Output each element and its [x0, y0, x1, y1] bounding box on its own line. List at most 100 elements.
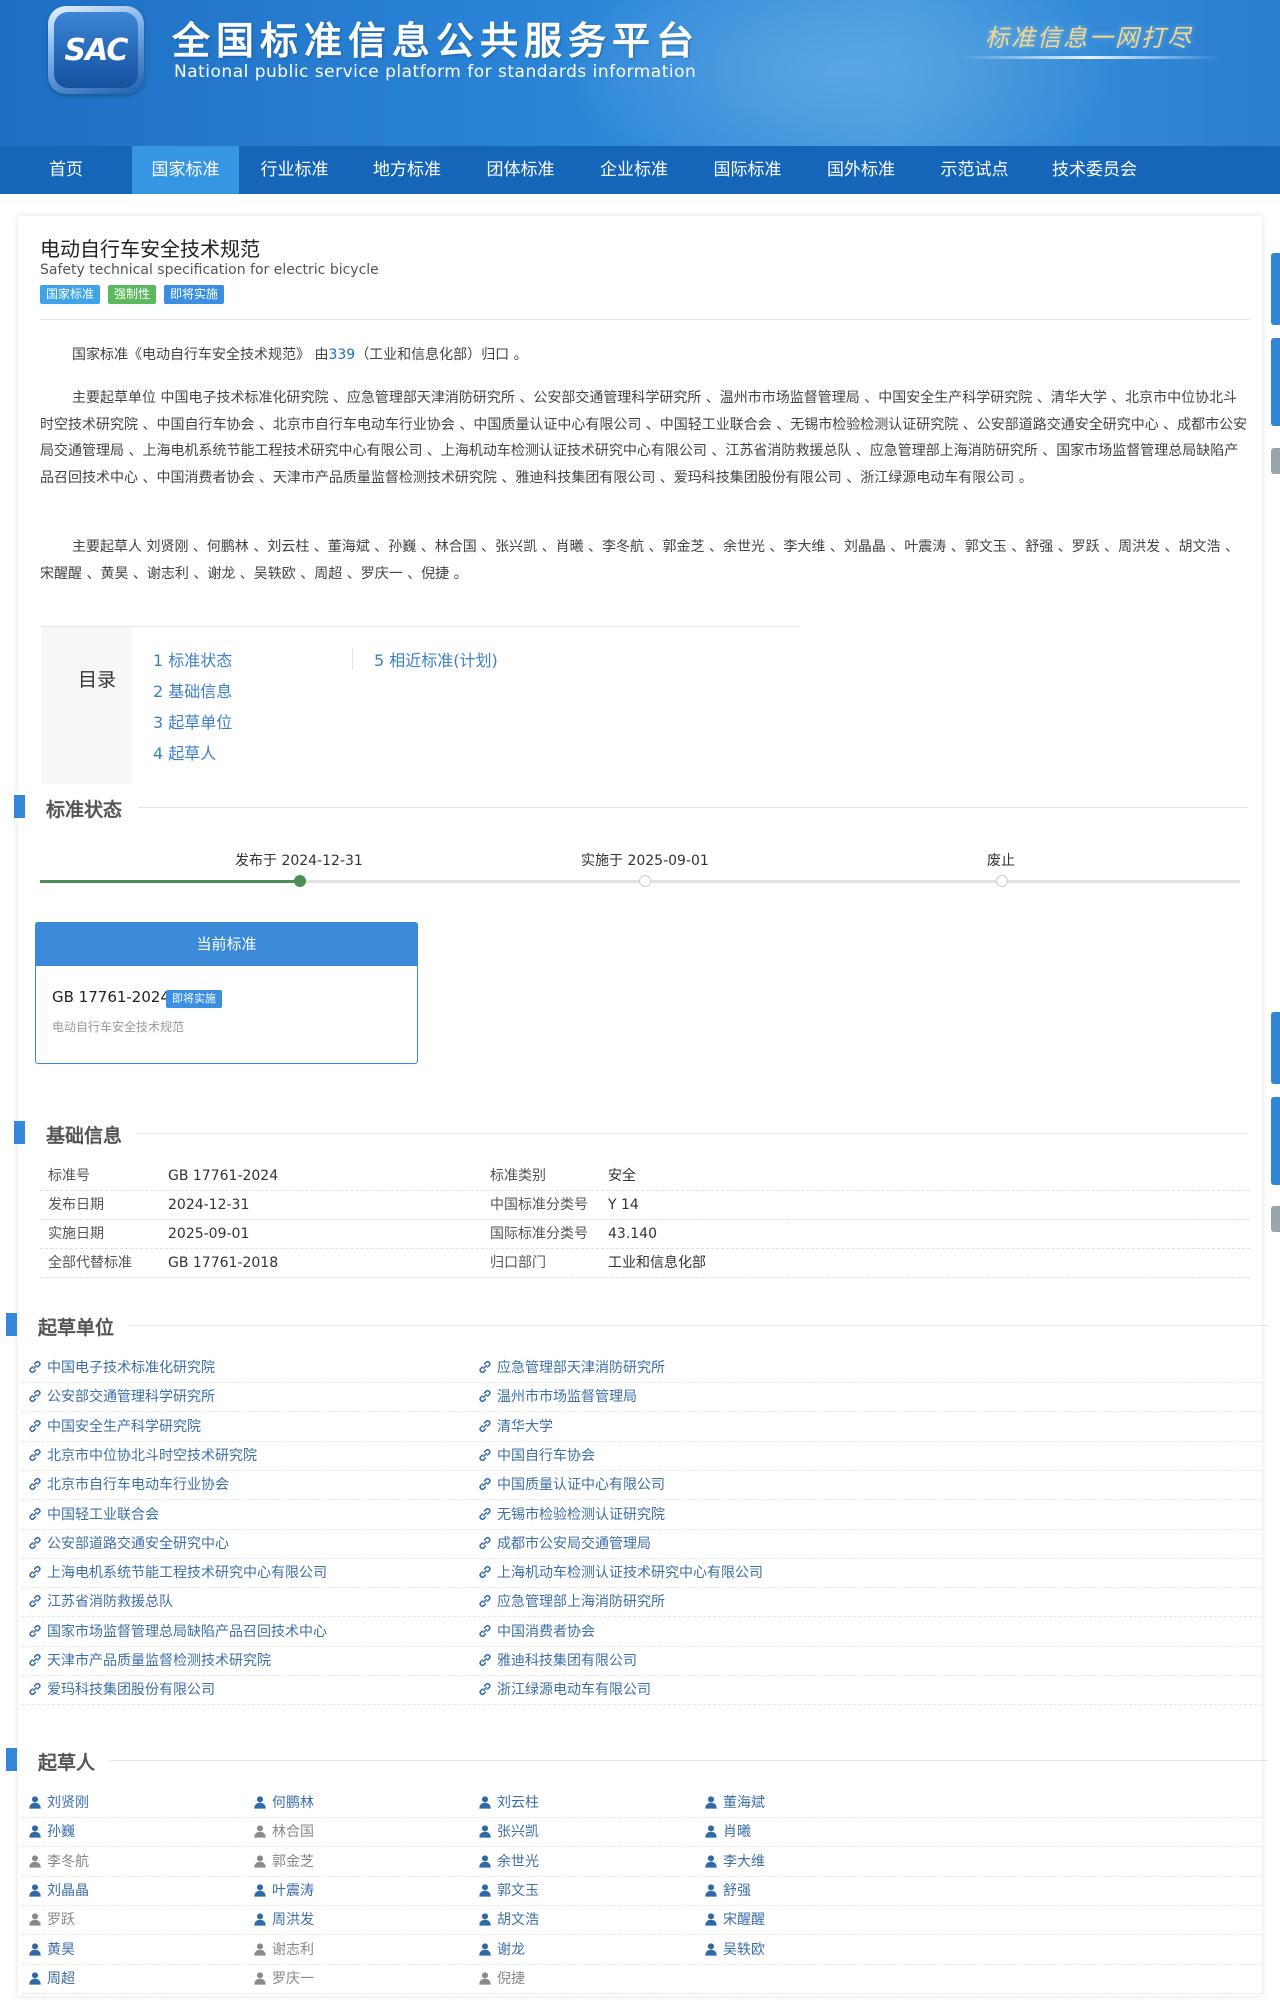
drafter-item[interactable]: 李大维 — [704, 1848, 765, 1877]
drafter-item[interactable]: 刘贤刚 — [28, 1789, 89, 1818]
section-bar-orgs — [6, 1313, 17, 1336]
info-value[interactable]: 工业和信息化部 — [608, 1249, 706, 1278]
drafting-org-name: 中国轻工业联合会 — [47, 1506, 159, 1523]
drafter-item[interactable]: 郭文玉 — [478, 1877, 539, 1906]
drafter-name: 吴轶欧 — [723, 1941, 765, 1958]
drafter-name: 胡文浩 — [497, 1912, 539, 1929]
user-icon — [29, 1942, 41, 1956]
nav-item-0[interactable]: 首页 — [0, 146, 132, 194]
drafter-name: 董海斌 — [723, 1795, 765, 1811]
drafter-item: 罗庆一 — [253, 1965, 314, 1994]
drafter-item[interactable]: 余世光 — [478, 1848, 539, 1877]
drafter-item[interactable]: 舒强 — [704, 1877, 751, 1906]
drafting-org-item[interactable]: 中国质量认证中心有限公司 — [478, 1471, 665, 1500]
nav-item-2[interactable]: 行业标准 — [239, 146, 350, 194]
nav-item-1[interactable]: 国家标准 — [132, 146, 239, 194]
drafting-org-item[interactable]: 应急管理部上海消防研究所 — [478, 1588, 665, 1617]
drafting-org-item[interactable]: 天津市产品质量监督检测技术研究院 — [28, 1647, 271, 1676]
ministry-text: （工业和信息化部） — [355, 347, 482, 363]
drafting-org-item[interactable]: 中国安全生产科学研究院 — [28, 1413, 201, 1442]
drafter-row-divider — [22, 1992, 1262, 1994]
drafter-item[interactable]: 吴轶欧 — [704, 1936, 765, 1965]
toc-item-status[interactable]: 1 标准状态 — [153, 647, 232, 671]
drafting-org-item[interactable]: 成都市公安局交通管理局 — [478, 1530, 651, 1559]
drafting-org-item[interactable]: 北京市自行车电动车行业协会 — [28, 1471, 229, 1500]
drafter-name: 郭文玉 — [497, 1882, 539, 1899]
edge-tab-1[interactable] — [1271, 253, 1280, 325]
toc-label: 目录 — [78, 669, 117, 691]
drafter-item[interactable]: 刘云柱 — [478, 1789, 539, 1818]
drafting-org-name: 成都市公安局交通管理局 — [497, 1535, 651, 1552]
user-icon — [705, 1884, 717, 1897]
drafter-item[interactable]: 刘晶晶 — [28, 1877, 89, 1906]
sac-logo-text: SAC — [64, 32, 129, 68]
drafting-org-item[interactable]: 应急管理部天津消防研究所 — [478, 1354, 665, 1383]
nav-item-5[interactable]: 企业标准 — [577, 146, 691, 194]
drafter-item: 林合国 — [253, 1818, 314, 1847]
drafting-org-item[interactable]: 江苏省消防救援总队 — [28, 1588, 173, 1617]
drafting-org-item[interactable]: 爱玛科技集团股份有限公司 — [28, 1676, 215, 1705]
nav-item-4[interactable]: 团体标准 — [464, 146, 577, 194]
drafting-org-item[interactable]: 无锡市检验检测认证研究院 — [478, 1501, 665, 1530]
toc-item-drafters[interactable]: 4 起草人 — [153, 740, 216, 764]
nav-item-6[interactable]: 国际标准 — [691, 146, 804, 194]
drafting-org-item[interactable]: 中国电子技术标准化研究院 — [28, 1354, 215, 1383]
edge-tab-5[interactable] — [1271, 1097, 1280, 1185]
info-value: Y 14 — [608, 1197, 639, 1213]
link-icon — [479, 1566, 491, 1579]
drafting-org-item[interactable]: 温州市市场监督管理局 — [478, 1383, 637, 1412]
drafting-org-name: 国家市场监督管理总局缺陷产品召回技术中心 — [47, 1623, 327, 1640]
drafting-org-item[interactable]: 浙江绿源电动车有限公司 — [478, 1676, 651, 1705]
user-icon — [29, 1972, 41, 1985]
drafting-org-item[interactable]: 公安部道路交通安全研究中心 — [28, 1530, 229, 1559]
drafter-item[interactable]: 何鹏林 — [253, 1789, 314, 1818]
drafter-item[interactable]: 肖曦 — [704, 1818, 751, 1847]
drafting-org-item[interactable]: 中国消费者协会 — [478, 1618, 595, 1647]
user-icon — [479, 1825, 491, 1838]
drafter-item[interactable]: 孙巍 — [28, 1818, 75, 1847]
committee-link[interactable]: 339 — [328, 347, 355, 363]
drafting-org-item[interactable]: 上海电机系统节能工程技术研究中心有限公司 — [28, 1559, 327, 1588]
drafter-item[interactable]: 周洪发 — [253, 1906, 314, 1935]
drafter-item[interactable]: 宋醒醒 — [704, 1906, 765, 1935]
drafting-org-item[interactable]: 北京市中位协北斗时空技术研究院 — [28, 1442, 257, 1471]
drafting-org-item[interactable]: 清华大学 — [478, 1413, 553, 1442]
intro-paragraph-drafters: 主要起草人 刘贤刚 、何鹏林 、刘云柱 、董海斌 、孙巍 、林合国 、张兴凯 、… — [40, 539, 1239, 582]
edge-tab-2[interactable] — [1271, 338, 1280, 426]
site-header: SAC 全国标准信息公共服务平台 National public service… — [0, 0, 1280, 146]
drafter-item[interactable]: 叶震涛 — [253, 1877, 314, 1906]
link-icon — [29, 1507, 41, 1520]
edge-tab-4[interactable] — [1271, 1012, 1280, 1084]
drafting-org-item[interactable]: 中国自行车协会 — [478, 1442, 595, 1471]
link-icon — [479, 1536, 491, 1549]
nav-item-8[interactable]: 示范试点 — [918, 146, 1031, 194]
toc-item-related-standards[interactable]: 5 相近标准(计划) — [374, 647, 498, 671]
edge-tab-6[interactable] — [1271, 1206, 1280, 1232]
current-standard-code[interactable]: GB 17761-2024 — [52, 988, 170, 1006]
drafter-item[interactable]: 谢龙 — [478, 1936, 525, 1965]
drafter-item[interactable]: 周超 — [28, 1965, 75, 1994]
drafter-item[interactable]: 董海斌 — [704, 1789, 765, 1818]
drafting-org-item[interactable]: 国家市场监督管理总局缺陷产品召回技术中心 — [28, 1618, 327, 1647]
drafter-name: 林合国 — [272, 1824, 314, 1841]
drafting-org-item[interactable]: 雅迪科技集团有限公司 — [478, 1647, 637, 1676]
drafter-item[interactable]: 张兴凯 — [478, 1818, 539, 1847]
nav-item-7[interactable]: 国外标准 — [804, 146, 918, 194]
nav-item-9[interactable]: 技术委员会 — [1031, 146, 1158, 194]
drafting-org-item[interactable]: 上海机动车检测认证技术研究中心有限公司 — [478, 1559, 763, 1588]
drafter-name: 罗跃 — [47, 1912, 75, 1929]
timeline-dot-implemented — [639, 875, 651, 887]
edge-tab-3[interactable] — [1271, 448, 1280, 474]
drafting-org-item[interactable]: 公安部交通管理科学研究所 — [28, 1383, 215, 1412]
timeline-label-abolished: 废止 — [987, 853, 1015, 869]
toc-item-basic-info[interactable]: 2 基础信息 — [153, 678, 232, 702]
toc-item-drafting-orgs[interactable]: 3 起草单位 — [153, 709, 232, 733]
link-icon — [479, 1360, 491, 1374]
drafter-item[interactable]: 胡文浩 — [478, 1906, 539, 1935]
sac-logo[interactable]: SAC — [48, 6, 144, 94]
nav-item-3[interactable]: 地方标准 — [350, 146, 464, 194]
drafter-item[interactable]: 黄昊 — [28, 1936, 75, 1965]
drafting-org-name: 中国消费者协会 — [497, 1623, 595, 1640]
drafter-name: 倪捷 — [497, 1970, 525, 1987]
drafting-org-item[interactable]: 中国轻工业联合会 — [28, 1501, 159, 1530]
